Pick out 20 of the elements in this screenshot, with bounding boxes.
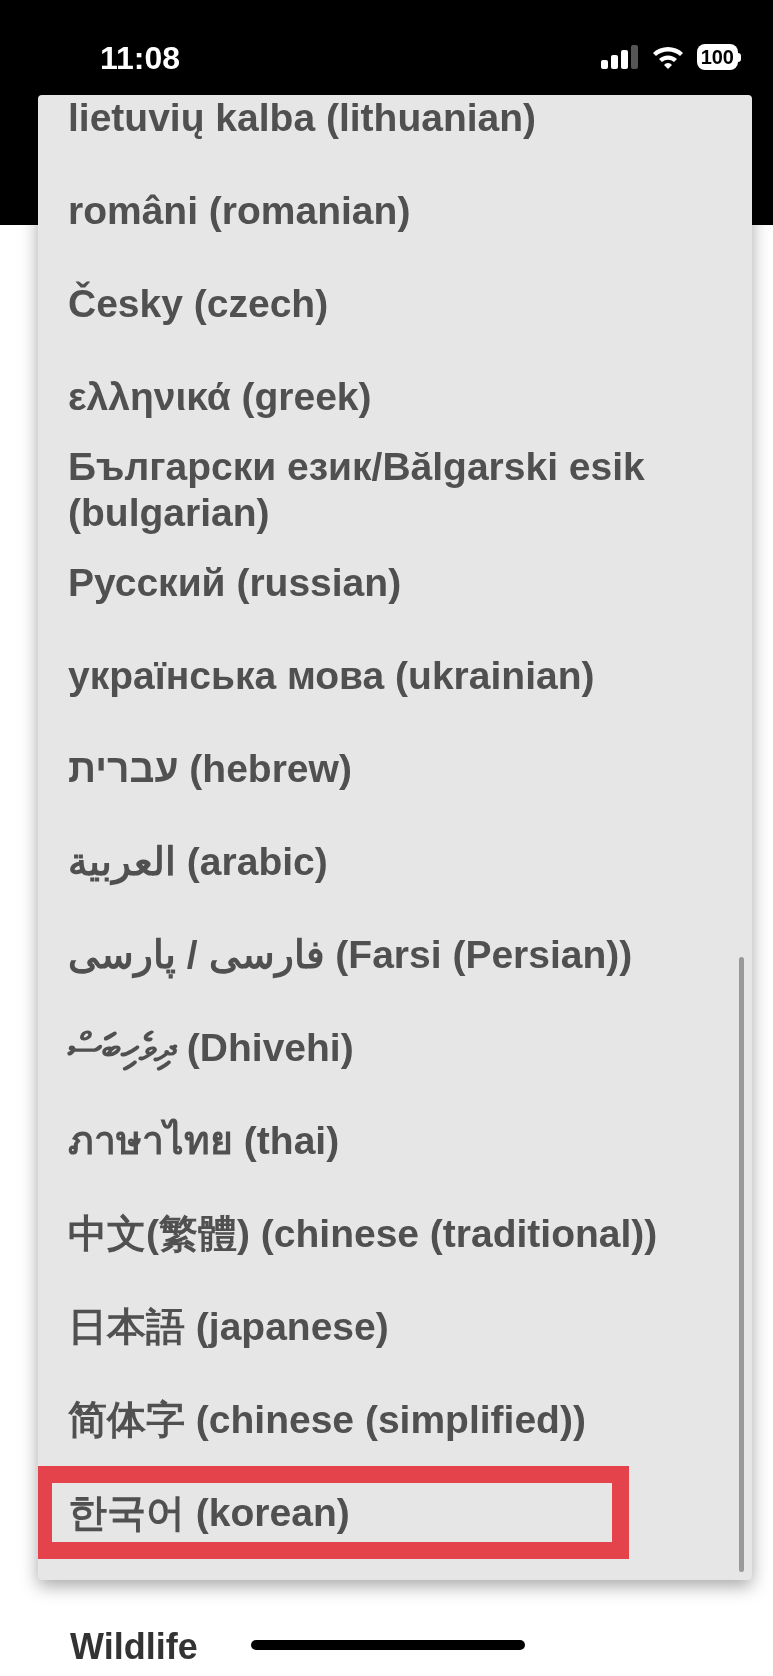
language-option[interactable]: Русский (russian) — [38, 536, 728, 629]
section-heading: Wildlife — [70, 1626, 198, 1667]
language-option[interactable]: 简体字 (chinese (simplified)) — [38, 1373, 728, 1466]
language-option[interactable]: 中文(繁體) (chinese (traditional)) — [38, 1187, 728, 1280]
language-option[interactable]: români (romanian) — [38, 164, 728, 257]
language-option[interactable]: ދިވެހިބަސް (Dhivehi) — [38, 1001, 728, 1094]
signal-icon — [600, 45, 639, 69]
language-option[interactable]: ภาษาไทย (thai) — [38, 1094, 728, 1187]
language-option[interactable]: українська мова (ukrainian) — [38, 629, 728, 722]
language-option[interactable]: lietuvių kalba (lithuanian) — [38, 95, 728, 164]
language-option[interactable]: 한국어 (korean) — [38, 1466, 629, 1559]
language-option[interactable]: Česky (czech) — [38, 257, 728, 350]
language-option[interactable]: ελληνικά (greek) — [38, 350, 728, 443]
battery-level: 100 — [696, 44, 738, 70]
status-time: 11:08 — [100, 39, 181, 78]
language-option[interactable]: 日本語 (japanese) — [38, 1280, 728, 1373]
language-option[interactable]: Български език/Bălgarski esik (bulgarian) — [38, 443, 728, 536]
language-option[interactable]: עברית (hebrew) — [38, 722, 728, 815]
language-option[interactable]: العربية (arabic) — [38, 815, 728, 908]
language-option[interactable]: فارسی / پارسی (Farsi (Persian)) — [38, 908, 728, 1001]
